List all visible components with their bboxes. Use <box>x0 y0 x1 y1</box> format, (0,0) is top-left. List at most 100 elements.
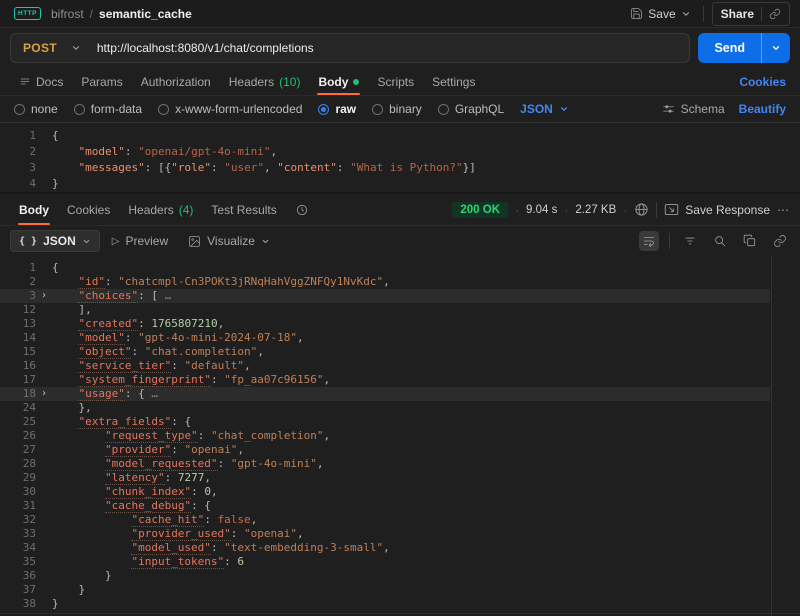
radio-icon <box>158 104 169 115</box>
send-dropdown-chevron-icon[interactable] <box>761 33 790 63</box>
save-response-button[interactable]: Save Response <box>664 203 770 217</box>
divider <box>656 202 657 218</box>
collapse-chevron-icon[interactable]: › <box>36 289 52 303</box>
code-line[interactable]: 28"model_requested": "gpt-4o-mini", <box>0 457 770 471</box>
code-line[interactable]: 17"system_fingerprint": "fp_aa07c96156", <box>0 373 770 387</box>
code-line[interactable]: 25 "extra_fields": { <box>0 415 770 429</box>
line-number: 37 <box>0 583 36 597</box>
code-line[interactable]: 32"cache_hit": false, <box>0 513 770 527</box>
braces-icon: { } <box>19 236 37 247</box>
code-token: }, <box>78 401 91 414</box>
code-content: "input_tokens": 6 <box>52 555 770 569</box>
code-line[interactable]: 33"provider_used": "openai", <box>0 527 770 541</box>
code-line[interactable]: 31"cache_debug": { <box>0 499 770 513</box>
response-tab-headers[interactable]: Headers (4) <box>119 194 202 225</box>
response-format-dropdown[interactable]: { } JSON <box>10 230 100 252</box>
request-body-editor[interactable]: 1{2"model": "openai/gpt-4o-mini",3"messa… <box>0 122 800 192</box>
line-number: 25 <box>0 415 36 429</box>
code-token: "model_used" <box>131 541 210 555</box>
response-tab-cookies[interactable]: Cookies <box>58 194 119 225</box>
mode-form-data[interactable]: form-data <box>74 102 142 116</box>
code-line[interactable]: 3›"choices": [ … <box>0 289 770 303</box>
code-line[interactable]: 27"provider": "openai", <box>0 443 770 457</box>
code-line[interactable]: 26"request_type": "chat_completion", <box>0 429 770 443</box>
code-line[interactable]: 1{ <box>0 128 800 144</box>
breadcrumb-collection[interactable]: bifrost <box>51 7 84 21</box>
tab-body[interactable]: Body <box>309 68 368 95</box>
code-content: "extra_fields": { <box>52 415 770 429</box>
code-line[interactable]: 1{ <box>0 261 770 275</box>
share-link-icon[interactable] <box>769 8 781 20</box>
mode-binary[interactable]: binary <box>372 102 422 116</box>
code-line[interactable]: 29"latency": 7277, <box>0 471 770 485</box>
status-badge[interactable]: 200 OK <box>452 202 508 218</box>
preview-icon: ▷ <box>112 236 120 247</box>
visualize-chevron-icon[interactable] <box>261 237 270 246</box>
method-selector[interactable]: POST <box>11 34 93 62</box>
mode-raw[interactable]: raw <box>318 102 356 116</box>
cookies-link[interactable]: Cookies <box>739 75 790 89</box>
code-line[interactable]: 12], <box>0 303 770 317</box>
code-line[interactable]: 38} <box>0 597 770 611</box>
mode-graphql[interactable]: GraphQL <box>438 102 504 116</box>
tab-docs[interactable]: Docs <box>10 68 72 95</box>
code-token: 1765807210 <box>151 317 217 330</box>
code-line[interactable]: 4} <box>0 176 800 192</box>
url-input[interactable] <box>93 34 690 62</box>
code-token: , <box>218 317 225 330</box>
tab-settings[interactable]: Settings <box>423 68 484 95</box>
code-token: "openai" <box>244 527 297 540</box>
search-icon[interactable] <box>710 231 730 251</box>
breadcrumb-request-name[interactable]: semantic_cache <box>99 7 192 21</box>
code-content: "usage": { … <box>52 387 770 401</box>
code-token: ], <box>78 303 91 316</box>
code-line[interactable]: 14"model": "gpt-4o-mini-2024-07-18", <box>0 331 770 345</box>
response-tab-test-results[interactable]: Test Results <box>202 194 285 225</box>
save-dropdown-chevron-icon[interactable] <box>681 9 691 19</box>
response-body-editor[interactable]: 1{2"id": "chatcmpl-Cn3POKt3jRNqHahVggZNF… <box>0 256 800 616</box>
code-line[interactable]: 15"object": "chat.completion", <box>0 345 770 359</box>
code-line[interactable]: 2"id": "chatcmpl-Cn3POKt3jRNqHahVggZNFQy… <box>0 275 770 289</box>
preview-button[interactable]: ▷ Preview <box>104 231 176 251</box>
link-icon[interactable] <box>770 231 790 251</box>
filter-icon[interactable] <box>680 231 700 251</box>
code-line[interactable]: 2"model": "openai/gpt-4o-mini", <box>0 144 800 160</box>
send-button[interactable]: Send <box>698 33 790 63</box>
code-token: } <box>52 177 59 190</box>
code-line[interactable]: 35"input_tokens": 6 <box>0 555 770 569</box>
schema-label: Schema <box>681 102 725 116</box>
code-token: : <box>231 527 244 540</box>
visualize-button[interactable]: Visualize <box>180 231 278 251</box>
collapse-chevron-icon[interactable]: › <box>36 387 52 401</box>
code-line[interactable]: 36} <box>0 569 770 583</box>
raw-type-dropdown[interactable]: JSON <box>520 102 569 116</box>
beautify-button[interactable]: Beautify <box>739 102 786 116</box>
code-line[interactable]: 37} <box>0 583 770 597</box>
code-line[interactable]: 24}, <box>0 401 770 415</box>
response-time[interactable]: 9.04 s <box>526 204 557 216</box>
code-token: : <box>125 145 138 158</box>
share-button[interactable]: Share <box>712 2 790 26</box>
response-size[interactable]: 2.27 KB <box>575 204 616 216</box>
copy-icon[interactable] <box>740 231 760 251</box>
code-line[interactable]: 34"model_used": "text-embedding-3-small"… <box>0 541 770 555</box>
tab-params[interactable]: Params <box>72 68 131 95</box>
response-history-button[interactable] <box>286 194 318 225</box>
more-actions-icon[interactable]: ⋯ <box>777 203 790 217</box>
response-tab-body[interactable]: Body <box>10 194 58 225</box>
code-line[interactable]: 16"service_tier": "default", <box>0 359 770 373</box>
code-line[interactable]: 18›"usage": { … <box>0 387 770 401</box>
mode-none[interactable]: none <box>14 102 58 116</box>
tab-authorization[interactable]: Authorization <box>132 68 220 95</box>
network-globe-icon[interactable] <box>634 202 649 217</box>
mode-x-www-form-urlencoded[interactable]: x-www-form-urlencoded <box>158 102 302 116</box>
code-line[interactable]: 3"messages": [{"role": "user", "content"… <box>0 160 800 176</box>
tab-headers[interactable]: Headers (10) <box>220 68 310 95</box>
code-line[interactable]: 13"created": 1765807210, <box>0 317 770 331</box>
schema-button[interactable]: Schema <box>662 102 725 116</box>
save-button[interactable]: Save <box>626 4 694 24</box>
wrap-text-toggle[interactable] <box>639 231 659 251</box>
code-token: "extra_fields" <box>78 415 171 429</box>
code-line[interactable]: 30"chunk_index": 0, <box>0 485 770 499</box>
tab-scripts[interactable]: Scripts <box>368 68 423 95</box>
